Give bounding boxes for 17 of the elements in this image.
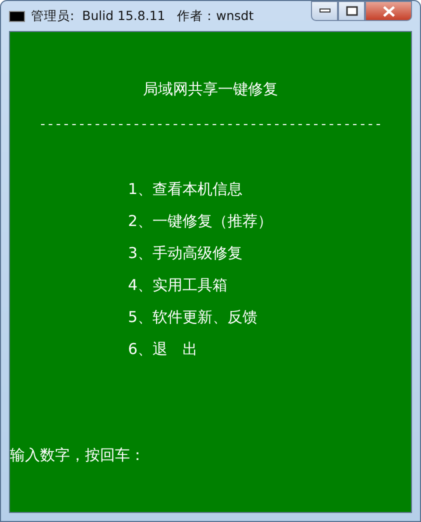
close-icon xyxy=(382,6,394,16)
console-icon xyxy=(9,10,25,22)
maximize-button[interactable] xyxy=(338,1,365,21)
menu-option: 2、一键修复（推荐） xyxy=(128,210,273,233)
menu-option: 3、手动高级修复 xyxy=(128,242,243,265)
window-title: 管理员: Bulid 15.8.11 作者：wnsdt xyxy=(31,6,254,25)
menu-option: 6、退 出 xyxy=(128,338,198,361)
menu-option: 4、实用工具箱 xyxy=(128,274,228,297)
minimize-button[interactable] xyxy=(311,1,338,21)
menu-option: 5、软件更新、反馈 xyxy=(128,306,258,329)
menu-option: 1、查看本机信息 xyxy=(128,178,243,201)
input-prompt: 输入数字，按回车： xyxy=(10,444,145,466)
minimize-icon xyxy=(318,8,330,14)
close-button[interactable] xyxy=(365,1,412,21)
maximize-icon xyxy=(346,6,358,16)
console-heading: 局域网共享一键修复 xyxy=(143,80,278,98)
separator-line: -------------------------------------------- xyxy=(38,116,382,132)
